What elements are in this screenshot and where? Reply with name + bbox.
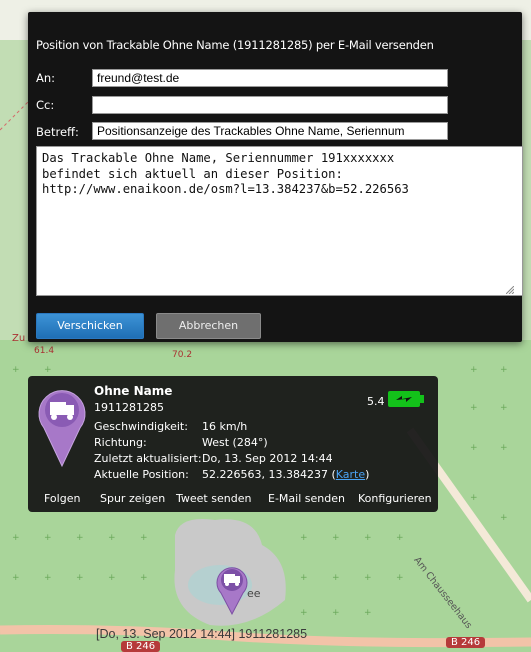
- svg-text:+: +: [332, 573, 340, 583]
- svg-text:+: +: [500, 513, 508, 523]
- marker-label: [Do, 13. Sep 2012 14:44] 1911281285: [96, 627, 308, 641]
- position-suffix: ): [365, 468, 370, 481]
- svg-text:+: +: [76, 573, 84, 583]
- svg-text:+: +: [396, 533, 404, 543]
- cc-label: Cc:: [36, 98, 55, 112]
- svg-text:+: +: [108, 573, 116, 583]
- to-field[interactable]: freund@test.de: [92, 69, 448, 87]
- direction-label: Richtung:: [94, 436, 147, 449]
- svg-text:+: +: [44, 573, 52, 583]
- subject-label: Betreff:: [36, 125, 79, 139]
- svg-text:+: +: [332, 608, 340, 618]
- svg-text:+: +: [76, 533, 84, 543]
- svg-text:+: +: [470, 493, 478, 503]
- route-badge-b246-left: B 246: [121, 641, 161, 652]
- cancel-button[interactable]: Abbrechen: [156, 313, 261, 339]
- signal-strength: 5.4: [367, 395, 385, 408]
- battery-icon: [388, 391, 424, 407]
- tweet-action[interactable]: Tweet senden: [176, 492, 251, 505]
- send-button[interactable]: Verschicken: [36, 313, 144, 339]
- route-badge-b246-right: B 246: [446, 637, 486, 648]
- charging-bolt-icon: [396, 396, 412, 402]
- show-track-action[interactable]: Spur zeigen: [100, 492, 165, 505]
- svg-text:+: +: [300, 573, 308, 583]
- updated-value: Do, 13. Sep 2012 14:44: [202, 452, 333, 465]
- position-coords: 52.226563, 13.384237 (: [202, 468, 336, 481]
- svg-text:+: +: [108, 533, 116, 543]
- svg-text:+: +: [396, 573, 404, 583]
- map-link[interactable]: Karte: [336, 468, 365, 481]
- svg-text:+: +: [500, 365, 508, 375]
- subject-field[interactable]: Positionsanzeige des Trackables Ohne Nam…: [92, 122, 448, 140]
- svg-text:+: +: [12, 533, 20, 543]
- trackable-popup: Ohne Name 1911281285 Geschwindigkeit: 16…: [28, 376, 438, 512]
- trackable-id: 1911281285: [94, 401, 164, 414]
- email-action[interactable]: E-Mail senden: [268, 492, 345, 505]
- to-label: An:: [36, 71, 56, 85]
- lake-label: ee: [247, 587, 261, 600]
- svg-text:+: +: [364, 608, 372, 618]
- svg-text:+: +: [300, 533, 308, 543]
- svg-text:+: +: [470, 403, 478, 413]
- dialog-title: Position von Trackable Ohne Name (191128…: [36, 38, 434, 52]
- svg-text:+: +: [500, 443, 508, 453]
- svg-text:+: +: [500, 403, 508, 413]
- message-textarea[interactable]: Das Trackable Ohne Name, Seriennummer 19…: [36, 146, 523, 296]
- svg-text:+: +: [140, 533, 148, 543]
- direction-value: West (284°): [202, 436, 268, 449]
- svg-text:+: +: [470, 365, 478, 375]
- map-label-zu: Zu: [12, 333, 26, 344]
- svg-text:+: +: [300, 608, 308, 618]
- email-dialog: Position von Trackable Ohne Name (191128…: [28, 12, 523, 342]
- position-value: 52.226563, 13.384237 (Karte): [202, 468, 369, 481]
- updated-label: Zuletzt aktualisiert:: [94, 452, 202, 465]
- svg-text:+: +: [44, 365, 52, 375]
- svg-text:+: +: [364, 573, 372, 583]
- follow-action[interactable]: Folgen: [44, 492, 80, 505]
- position-label: Aktuelle Position:: [94, 468, 189, 481]
- elevation-label-mid: 70.2: [172, 350, 193, 360]
- speed-value: 16 km/h: [202, 420, 248, 433]
- svg-text:+: +: [140, 573, 148, 583]
- resize-handle-icon[interactable]: [506, 286, 514, 294]
- trackable-pin-icon: [38, 390, 86, 468]
- svg-text:+: +: [470, 443, 478, 453]
- svg-text:+: +: [364, 533, 372, 543]
- svg-text:+: +: [44, 533, 52, 543]
- svg-text:+: +: [12, 573, 20, 583]
- configure-action[interactable]: Konfigurieren: [358, 492, 432, 505]
- trackable-name: Ohne Name: [94, 384, 173, 398]
- cc-field[interactable]: [92, 96, 448, 114]
- elevation-label-left: 61.4: [34, 346, 55, 356]
- svg-text:+: +: [332, 533, 340, 543]
- speed-label: Geschwindigkeit:: [94, 420, 188, 433]
- svg-text:+: +: [12, 365, 20, 375]
